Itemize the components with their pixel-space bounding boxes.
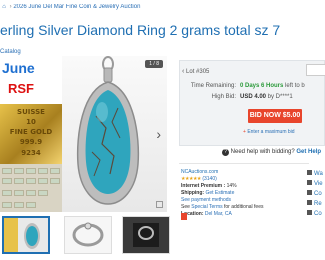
gold-bar-line: SUISSE	[17, 108, 45, 116]
help-line: ? Need help with bidding? Get Help	[222, 149, 321, 156]
premium-label: Internet Premium :	[181, 183, 227, 189]
home-icon[interactable]: ⌂	[0, 4, 8, 10]
catalog-link[interactable]: Catalog	[0, 49, 21, 55]
expand-icon[interactable]	[156, 201, 163, 208]
thumbnail-image	[4, 218, 40, 252]
breadcrumb-auction[interactable]: 2026 June Del Mar Fine Coin & Jewelry Au…	[13, 4, 140, 10]
rating-count[interactable]: (3140)	[202, 176, 216, 182]
special-terms-link[interactable]: Special Terms	[191, 204, 222, 210]
premium-value: 14%	[226, 183, 237, 189]
gold-bar-line: 999.9	[19, 138, 43, 146]
max-bid-link[interactable]: + Enter a maximum bid	[243, 129, 295, 135]
side-link-report[interactable]: Re	[307, 200, 322, 207]
bidding-panel: ‹ Lot #305 Time Remaining: 0 Days 6 Hour…	[179, 60, 325, 146]
get-help-link[interactable]: Get Help	[296, 149, 321, 155]
image-counter: 1 / 8	[145, 60, 163, 68]
time-remaining-label: Time Remaining:	[190, 83, 236, 89]
share-button[interactable]	[306, 64, 325, 76]
chevron-right-icon[interactable]: ›	[156, 126, 161, 142]
side-link-contact[interactable]: Co	[307, 190, 322, 197]
thumbnail-image	[72, 222, 104, 247]
thumbnail-3[interactable]	[122, 216, 170, 254]
gold-bar-line: 10	[26, 118, 36, 126]
banknotes-image	[0, 164, 62, 212]
lot-number: ‹ Lot #305	[182, 68, 209, 75]
image-gallery: June RSF SUISSE 10 FINE GOLD 999.9 9234	[0, 56, 167, 212]
bid-now-button[interactable]: BID NOW $5.00	[248, 109, 302, 123]
collage-rsf-text: RSF	[8, 81, 34, 96]
collage-june-text: June	[2, 60, 35, 76]
shipping-estimate-link[interactable]: Get Estimate	[205, 190, 234, 196]
plus-icon: +	[243, 129, 246, 135]
copy-icon	[307, 210, 312, 215]
seller-site-link[interactable]: NCAuctions.com	[181, 169, 218, 175]
help-icon: ?	[222, 149, 229, 156]
high-bid-value: USD 4.00 by D****1	[240, 94, 293, 100]
side-link-copy[interactable]: Co	[307, 210, 322, 217]
rating-stars-icon: ★★★★★	[181, 176, 201, 182]
thumbnail-2[interactable]	[64, 216, 112, 254]
divider	[179, 163, 309, 164]
high-bid-label: High Bid:	[211, 94, 236, 100]
page-title: erling Silver Diamond Ring 2 grams total…	[0, 22, 281, 38]
gold-bar-image: SUISSE 10 FINE GOLD 999.9 9234	[0, 104, 62, 164]
special-suffix: for additional fees	[222, 204, 264, 210]
lot-label: Lot #305	[186, 69, 210, 75]
thumbnail-1[interactable]	[2, 216, 50, 254]
shipping-label: Shipping:	[181, 190, 206, 196]
pdf-icon[interactable]	[181, 213, 187, 220]
special-prefix: See	[181, 204, 192, 210]
main-product-photo[interactable]: 1 / 8 ›	[62, 56, 167, 212]
watch-icon	[307, 170, 312, 175]
time-remaining-value: 0 Days 6 Hours left to b	[240, 83, 305, 89]
collage-image: June RSF SUISSE 10 FINE GOLD 999.9 9234	[0, 56, 62, 212]
payment-methods-link[interactable]: See payment methods	[181, 197, 231, 203]
help-text: Need help with bidding?	[230, 149, 297, 155]
turquoise-pendant-image	[76, 56, 140, 205]
thumbnail-strip	[0, 216, 172, 254]
location-value[interactable]: Del Mar, CA	[205, 211, 232, 217]
side-link-view[interactable]: Vie	[307, 180, 323, 187]
gold-bar-line: FINE GOLD	[9, 128, 53, 136]
contact-icon	[307, 190, 312, 195]
side-link-watch[interactable]: Wa	[307, 170, 323, 177]
report-icon	[307, 200, 312, 205]
lot-prev-arrow[interactable]: ‹	[182, 68, 184, 75]
view-icon	[307, 180, 312, 185]
gold-bar-line: 9234	[21, 149, 41, 157]
thumbnail-image	[133, 223, 159, 247]
breadcrumb: ⌂ › 2026 June Del Mar Fine Coin & Jewelr…	[0, 4, 325, 10]
